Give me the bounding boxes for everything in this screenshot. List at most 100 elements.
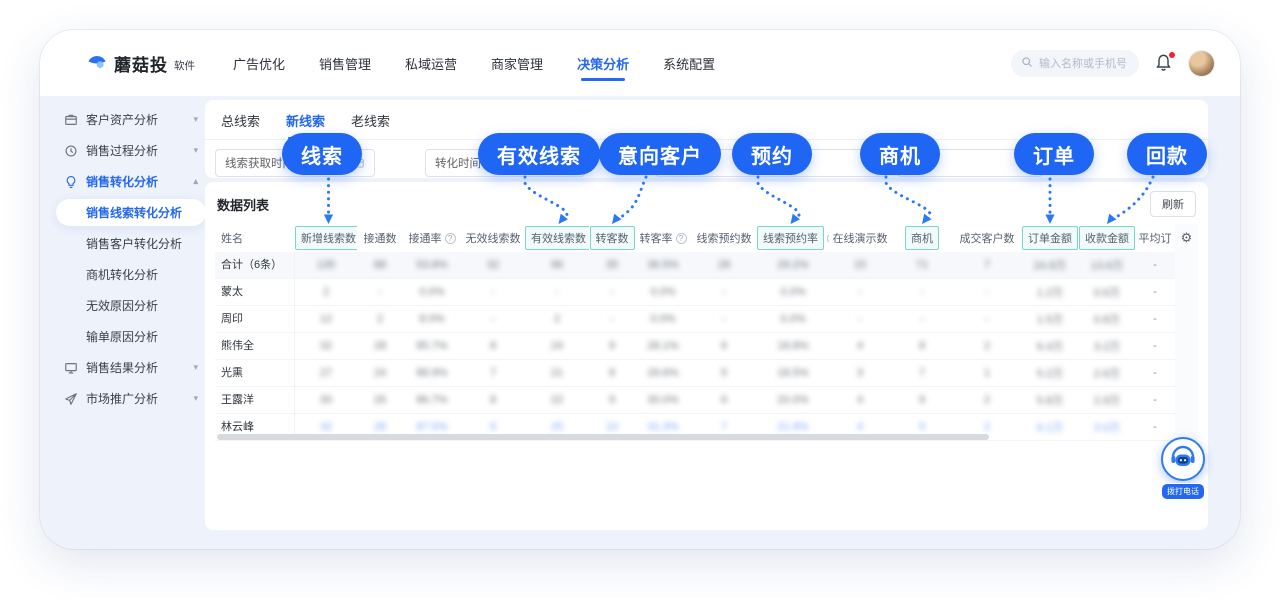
cell: -	[1135, 421, 1175, 433]
cell: 10	[589, 421, 635, 433]
blurred-value: 71	[916, 259, 928, 271]
refresh-button[interactable]: 刷新	[1150, 191, 1196, 217]
cell: 88	[357, 259, 403, 271]
blurred-value: 28	[374, 421, 386, 433]
blurred-value: 96	[551, 259, 563, 271]
blurred-value: 31.3%	[647, 421, 678, 433]
sidebar-item-1[interactable]: 销售过程分析▾	[56, 135, 206, 166]
blurred-value: 15	[854, 259, 866, 271]
nav-item-1[interactable]: 销售管理	[317, 46, 373, 81]
blurred-value: 32	[320, 421, 332, 433]
cell: 7	[461, 367, 525, 379]
sidebar-subitem-7[interactable]: 输单原因分析	[56, 321, 206, 352]
fixed-column-cell	[1175, 387, 1198, 414]
cell: 31.3%	[635, 421, 691, 433]
info-icon[interactable]: ?	[445, 233, 456, 244]
cell: 3.2万	[1079, 338, 1135, 354]
nav-item-0[interactable]: 广告优化	[231, 46, 287, 81]
blurred-value: 28.1%	[647, 340, 678, 352]
tab-0[interactable]: 总线索	[221, 111, 260, 139]
blurred-value: 30.0%	[647, 394, 678, 406]
cell: 2	[295, 286, 357, 298]
user-avatar[interactable]	[1189, 51, 1214, 76]
column-header-5: 有效线索数	[525, 226, 589, 250]
sidebar-item-8[interactable]: 销售结果分析▾	[56, 352, 206, 383]
nav-item-2[interactable]: 私域运营	[403, 46, 459, 81]
cell: 1.2万	[1021, 284, 1079, 300]
cell: 2	[525, 313, 589, 325]
chevron-down-icon: ▾	[193, 114, 198, 125]
cell: -	[589, 286, 635, 298]
chevron-down-icon: ▾	[193, 362, 198, 373]
blurred-value: 9	[490, 421, 496, 433]
blurred-value: -	[722, 313, 726, 325]
annotation-pill-5: 订单	[1014, 133, 1094, 175]
cell: 3	[829, 367, 891, 379]
blurred-value: 24	[551, 340, 563, 352]
blurred-value: 26	[374, 394, 386, 406]
cell: 30	[295, 394, 357, 406]
cell: 9	[589, 340, 635, 352]
clock-icon	[64, 144, 78, 158]
tab-2[interactable]: 老线索	[351, 111, 390, 139]
row-name: 合计（6条）	[215, 252, 295, 279]
column-header-14: 收款金额	[1079, 226, 1135, 250]
sidebar-item-0[interactable]: 客户资产分析▾	[56, 104, 206, 135]
filter-label: 转化时间	[435, 155, 481, 171]
blurred-value: -	[610, 286, 614, 298]
gear-icon[interactable]: ⚙	[1175, 224, 1198, 252]
blurred-value: 27	[320, 367, 332, 379]
sidebar-subitem-3[interactable]: 销售线索转化分析	[56, 199, 206, 226]
cell: 28.1%	[635, 340, 691, 352]
cell: -	[953, 313, 1021, 325]
notification-badge	[1169, 52, 1175, 58]
cell: 3.0万	[1079, 419, 1135, 435]
blurred-value: 0.6万	[1094, 287, 1120, 299]
info-icon[interactable]: ?	[676, 233, 687, 244]
table-row-4: 光熏272488.9%721829.6%518.5%3715.2万2.6万-	[215, 360, 1198, 387]
sidebar-subitem-4[interactable]: 销售客户转化分析	[56, 228, 206, 259]
blurred-value: 29.6%	[647, 367, 678, 379]
blurred-value: 35	[606, 259, 618, 271]
nav-item-5[interactable]: 系统配置	[661, 46, 717, 81]
sidebar-subitem-5[interactable]: 商机转化分析	[56, 259, 206, 290]
horizontal-scrollbar[interactable]	[217, 434, 989, 440]
column-header-2: 接通数	[357, 230, 403, 246]
sidebar-item-label: 市场推广分析	[86, 390, 158, 407]
cell: 24	[357, 367, 403, 379]
highlighted-column-box: 转客数	[590, 226, 635, 250]
sidebar-item-9[interactable]: 市场推广分析▾	[56, 383, 206, 414]
sidebar-item-2[interactable]: 销售转化分析▴	[56, 166, 206, 197]
cell: -	[461, 313, 525, 325]
cell: 29.2%	[757, 259, 829, 271]
sidebar-subitem-6[interactable]: 无效原因分析	[56, 290, 206, 321]
cell: 4	[829, 394, 891, 406]
column-header-11: 商机	[891, 226, 953, 250]
search-input[interactable]: 输入名称或手机号	[1011, 50, 1139, 77]
blurred-value: 2	[984, 421, 990, 433]
cell: 2	[953, 340, 1021, 352]
cell: 30.0%	[635, 394, 691, 406]
cell: -	[1135, 394, 1175, 406]
cell: 2.9万	[1079, 392, 1135, 408]
cell: 8.0%	[403, 313, 461, 325]
notification-bell[interactable]	[1154, 53, 1174, 73]
blurred-value: 2	[984, 340, 990, 352]
blurred-value: -	[985, 313, 989, 325]
table-row-0: 合计（6条）1358853.8%32963536.5%2829.2%157172…	[215, 252, 1198, 279]
nav-item-3[interactable]: 商家管理	[489, 46, 545, 81]
cell: 6.1万	[1021, 419, 1079, 435]
blurred-value: 88	[374, 259, 386, 271]
cell: 27	[295, 367, 357, 379]
cell: -	[1135, 259, 1175, 271]
column-header-6: 转客数	[589, 226, 635, 250]
call-widget[interactable]: 拨打电话	[1159, 437, 1207, 500]
blurred-value: 29.2%	[777, 259, 808, 271]
cell: -	[953, 286, 1021, 298]
nav-item-4[interactable]: 决策分析	[575, 46, 631, 81]
table-row-2: 周印1228.0%-2-0.0%-0.0%---1.5万0.8万-	[215, 306, 1198, 333]
sidebar: 客户资产分析▾销售过程分析▾销售转化分析▴销售线索转化分析销售客户转化分析商机转…	[56, 104, 206, 414]
column-header-13: 订单金额	[1021, 226, 1079, 250]
blurred-value: 2.9万	[1094, 395, 1120, 407]
blurred-value: 0.0%	[780, 286, 805, 298]
